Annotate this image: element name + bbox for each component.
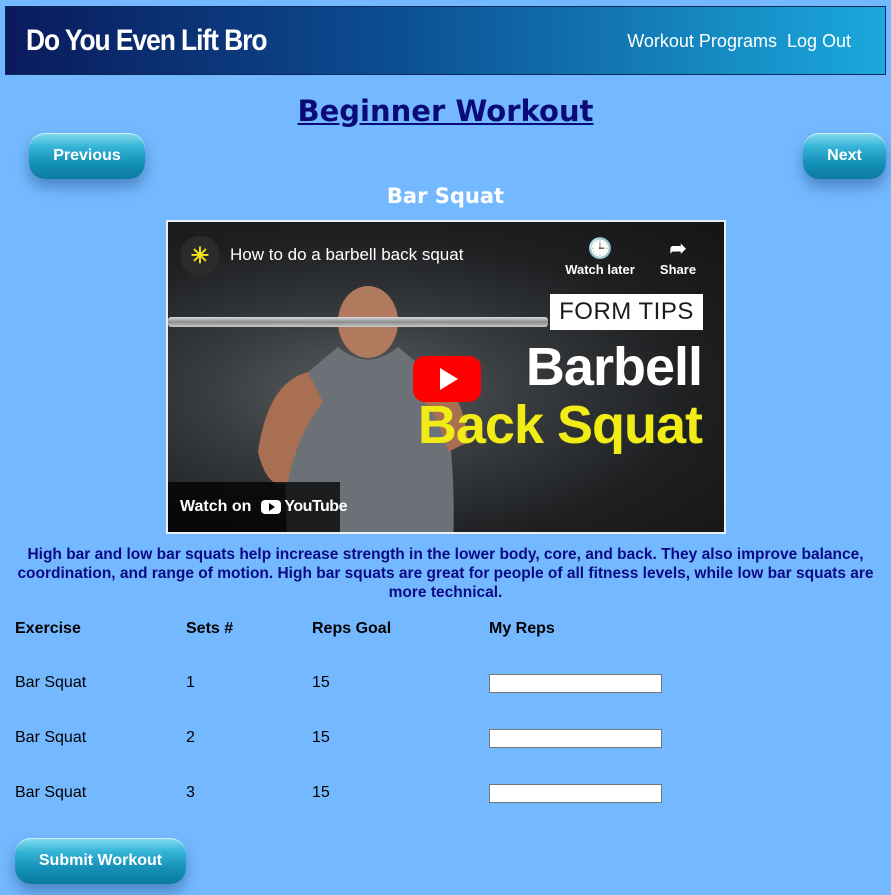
cell-exercise: Bar Squat bbox=[15, 674, 87, 691]
thumbnail-tag: FORM TIPS bbox=[550, 294, 703, 330]
youtube-wordmark: YouTube bbox=[284, 498, 347, 515]
share-label: Share bbox=[659, 262, 697, 277]
header-sets: Sets # bbox=[186, 620, 234, 637]
nav-link-log-out[interactable]: Log Out bbox=[787, 31, 851, 52]
cell-reps-goal: 15 bbox=[312, 729, 330, 746]
table-row: Bar Squat 1 15 bbox=[15, 674, 875, 696]
video-embed[interactable]: ✳ How to do a barbell back squat 🕒 Watch… bbox=[166, 220, 726, 534]
next-button[interactable]: Next bbox=[803, 133, 886, 179]
my-reps-input[interactable] bbox=[489, 674, 662, 693]
submit-workout-button[interactable]: Submit Workout bbox=[15, 838, 186, 884]
cell-set: 2 bbox=[186, 729, 195, 746]
watch-later-label: Watch later bbox=[565, 262, 635, 277]
cell-set: 3 bbox=[186, 784, 195, 801]
channel-logo-icon[interactable]: ✳ bbox=[180, 236, 220, 276]
share-icon: ➦ bbox=[669, 238, 687, 260]
thumbnail-heading-line2: Back Squat bbox=[417, 395, 703, 455]
header-reps-goal: Reps Goal bbox=[312, 620, 392, 637]
cell-exercise: Bar Squat bbox=[15, 729, 87, 746]
cell-set: 1 bbox=[186, 674, 195, 691]
page-title[interactable]: Beginner Workout bbox=[0, 94, 891, 128]
nav-links: Workout Programs Log Out bbox=[627, 31, 851, 52]
previous-button[interactable]: Previous bbox=[29, 133, 145, 179]
youtube-logo-icon: YouTube bbox=[261, 498, 347, 516]
share-button[interactable]: ➦ Share bbox=[650, 236, 706, 277]
my-reps-input[interactable] bbox=[489, 729, 662, 748]
table-row: Bar Squat 2 15 bbox=[15, 729, 875, 751]
exercise-title: Bar Squat bbox=[386, 184, 505, 208]
header-my-reps: My Reps bbox=[489, 620, 555, 637]
site-brand[interactable]: Do You Even Lift Bro bbox=[26, 24, 268, 58]
nav-link-workout-programs[interactable]: Workout Programs bbox=[627, 31, 777, 52]
youtube-play-icon bbox=[261, 500, 282, 514]
navbar: Do You Even Lift Bro Workout Programs Lo… bbox=[5, 6, 886, 75]
watch-on-youtube-button[interactable]: Watch on YouTube bbox=[168, 482, 347, 532]
my-reps-input[interactable] bbox=[489, 784, 662, 803]
watch-later-button[interactable]: 🕒 Watch later bbox=[562, 236, 638, 277]
cell-reps-goal: 15 bbox=[312, 674, 330, 691]
play-icon bbox=[440, 368, 458, 390]
play-button[interactable] bbox=[413, 356, 481, 402]
cell-reps-goal: 15 bbox=[312, 784, 330, 801]
video-title[interactable]: How to do a barbell back squat bbox=[230, 245, 463, 265]
header-exercise: Exercise bbox=[15, 620, 81, 637]
exercise-description: High bar and low bar squats help increas… bbox=[17, 546, 874, 601]
cell-exercise: Bar Squat bbox=[15, 784, 87, 801]
barbell-graphic bbox=[168, 317, 548, 327]
table-row: Bar Squat 3 15 bbox=[15, 784, 875, 806]
thumbnail-heading-line1: Barbell bbox=[525, 337, 703, 397]
clock-icon: 🕒 bbox=[587, 238, 613, 260]
watch-on-label: Watch on bbox=[180, 498, 252, 515]
